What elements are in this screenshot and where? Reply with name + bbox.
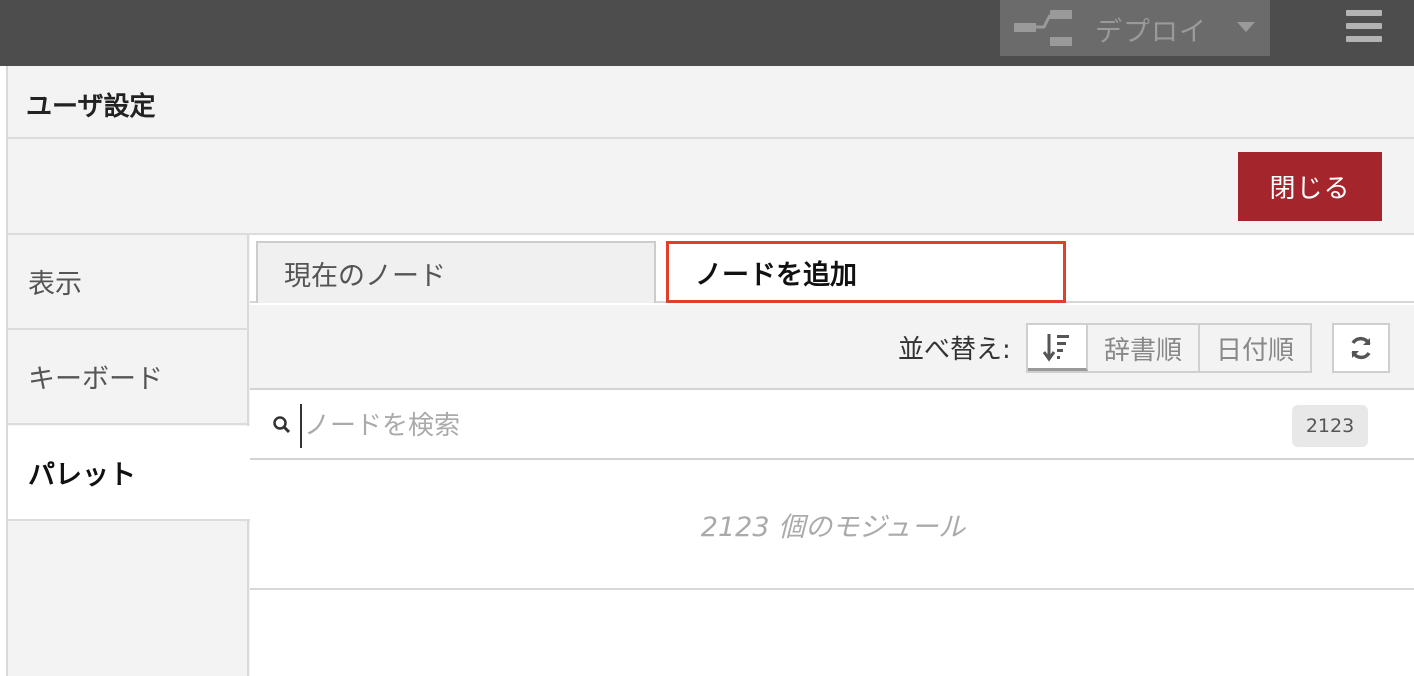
tab-label: ノードを追加 (695, 259, 857, 291)
sidenav-item-label: キーボード (28, 364, 163, 395)
dialog-title: ユーザ設定 (8, 66, 1414, 139)
sidenav-item-label: 表示 (28, 269, 82, 300)
sort-label: 並べ替え: (898, 335, 1011, 365)
sort-alphabetical-button[interactable]: 辞書順 (1088, 325, 1200, 371)
dialog-button-bar: 閉じる (8, 139, 1414, 235)
module-list: 2123 個のモジュール (250, 460, 1414, 590)
palette-tabs: 現在のノード ノードを追加 (250, 235, 1414, 303)
deploy-icon (1014, 10, 1072, 46)
tab-install[interactable]: ノードを追加 (666, 241, 1066, 303)
top-header: デプロイ (0, 0, 1414, 66)
search-input[interactable] (300, 404, 1200, 448)
deploy-button[interactable]: デプロイ (1000, 0, 1270, 56)
palette-manager: 現在のノード ノードを追加 並べ替え: 辞書順 日付順 ノードを検索 2123 … (250, 235, 1414, 676)
main-menu-button[interactable] (1346, 10, 1384, 44)
sort-date-button[interactable]: 日付順 (1200, 325, 1310, 371)
sort-toolbar: 並べ替え: 辞書順 日付順 (250, 305, 1414, 390)
sort-relevance-button[interactable] (1028, 325, 1088, 371)
module-count-text: 2123 個のモジュール (700, 511, 966, 543)
deploy-label: デプロイ (1095, 17, 1207, 48)
user-settings-dialog: ユーザ設定 閉じる 表示 キーボード パレット 現在のノード ノードを追加 並べ… (6, 66, 1414, 676)
hamburger-menu-icon (1346, 10, 1382, 16)
search-bar: 2123 (250, 390, 1414, 460)
sidenav-item-view[interactable]: 表示 (8, 235, 248, 330)
sidenav-item-keyboard[interactable]: キーボード (8, 330, 248, 425)
sidenav-item-label: パレット (28, 460, 136, 491)
tab-label: 現在のノード (284, 260, 446, 292)
refresh-button[interactable] (1332, 323, 1390, 373)
chevron-down-icon[interactable] (1237, 22, 1255, 32)
sort-button-group: 辞書順 日付順 (1026, 323, 1312, 373)
search-icon (273, 416, 291, 434)
sort-descending-icon (1043, 333, 1069, 362)
settings-sidenav: 表示 キーボード パレット (8, 235, 250, 676)
sidenav-item-palette[interactable]: パレット (8, 426, 250, 521)
result-count-badge: 2123 (1292, 405, 1368, 447)
tab-current-nodes[interactable]: 現在のノード (256, 241, 656, 303)
refresh-icon (1351, 336, 1371, 360)
close-button[interactable]: 閉じる (1238, 152, 1382, 221)
